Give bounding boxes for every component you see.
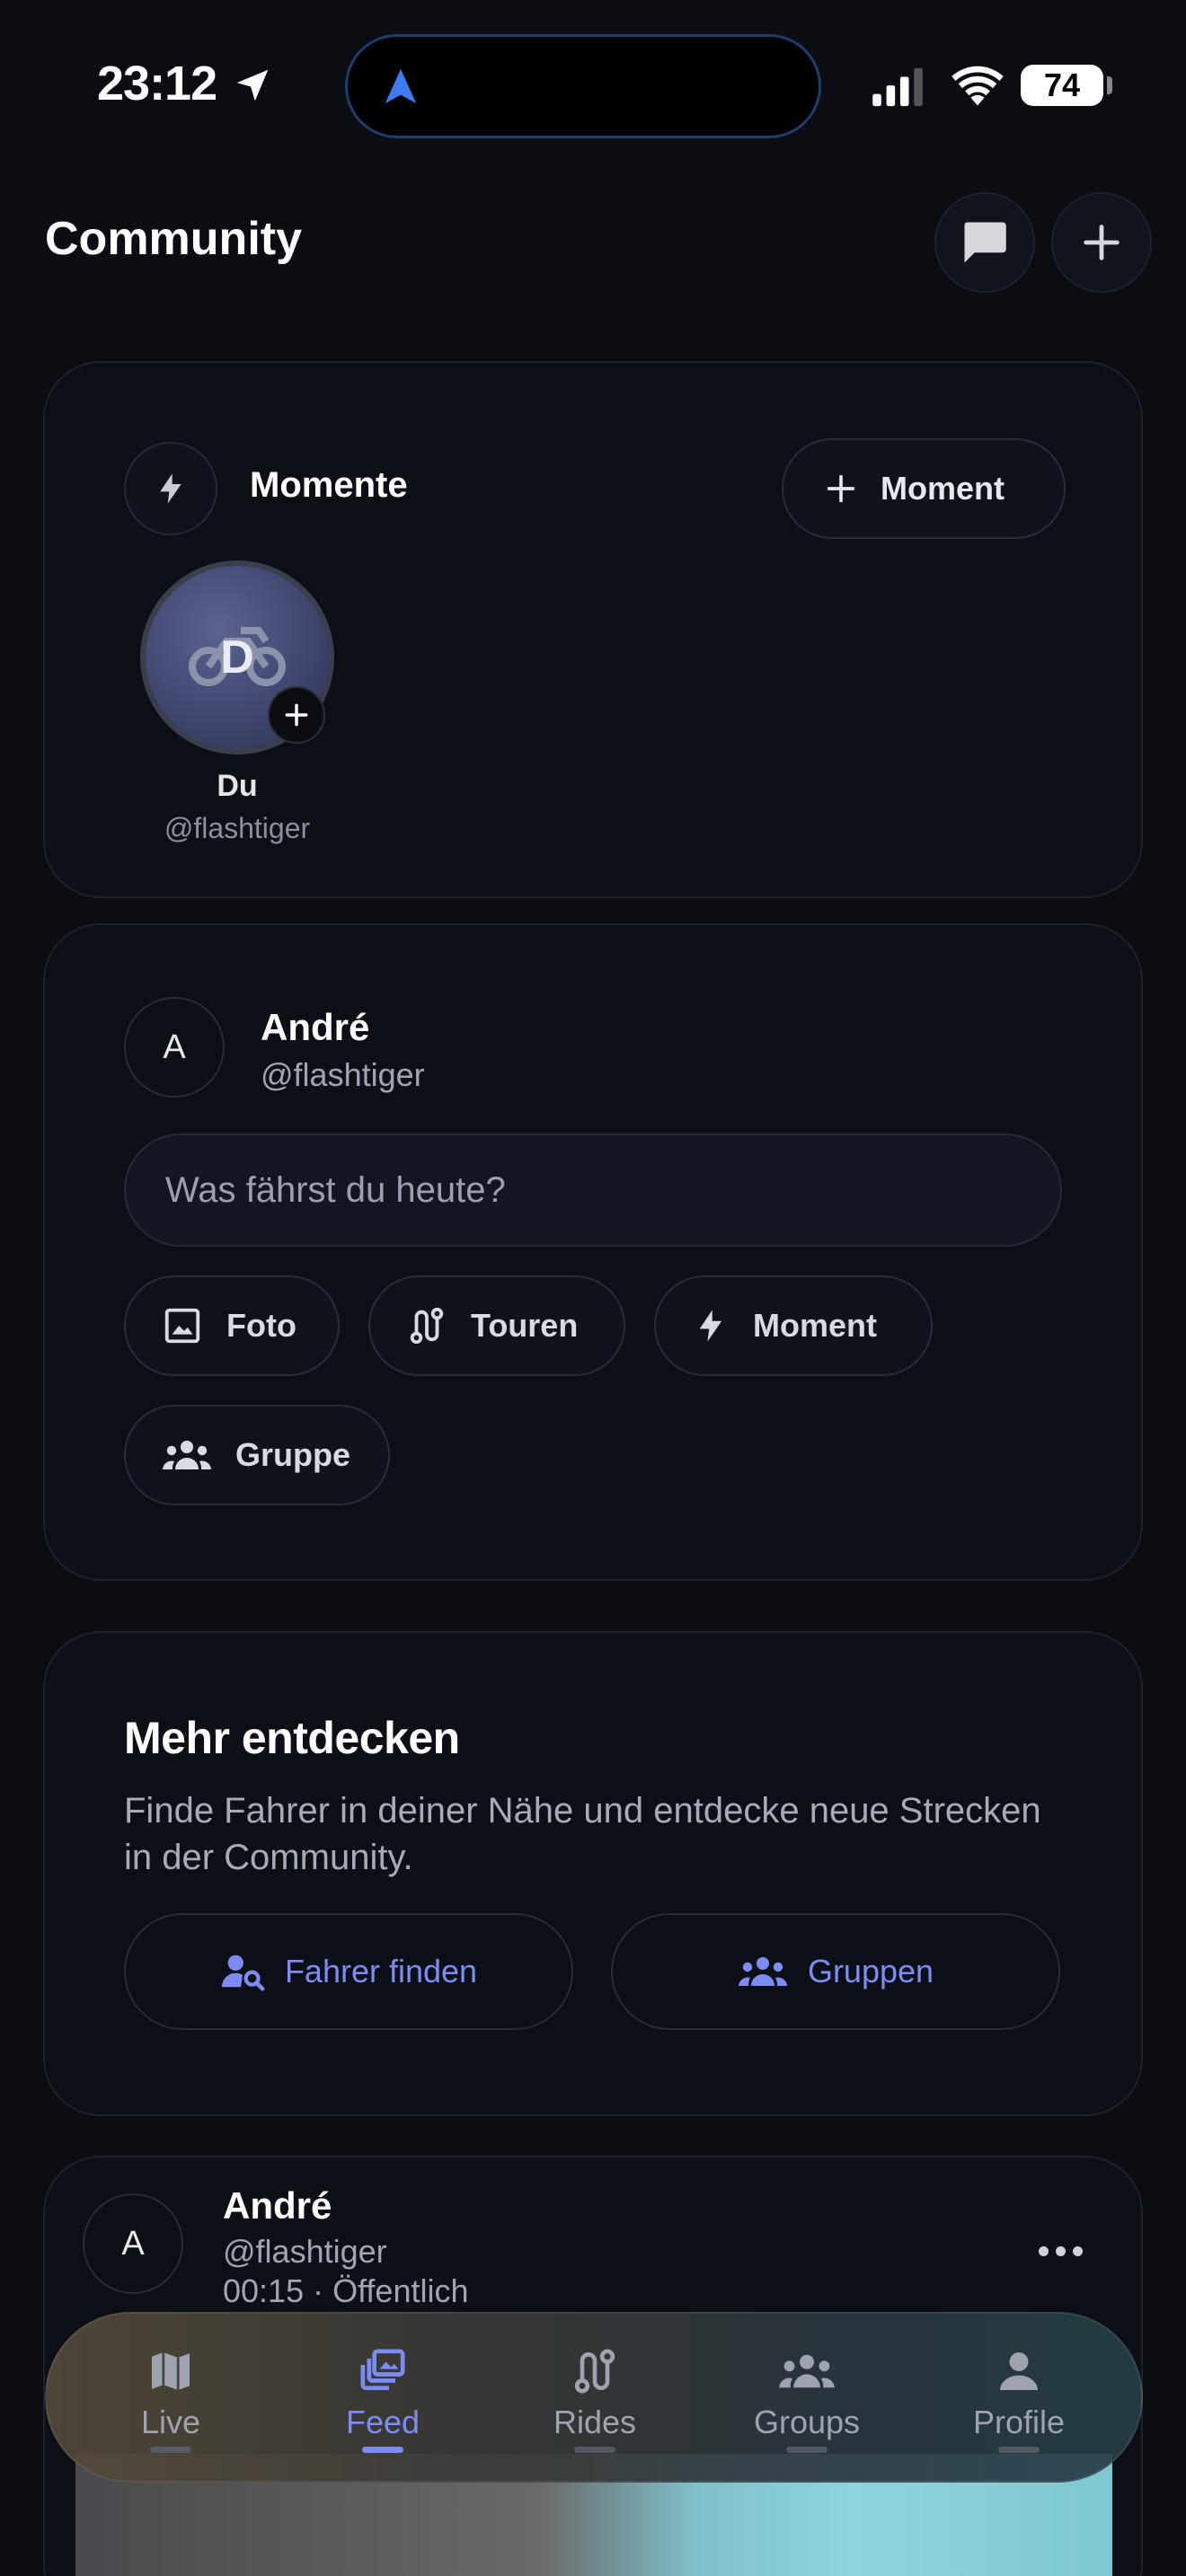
moments-card: Momente Moment D Du @flashtiger [43, 361, 1143, 898]
composer-card: A André @flashtiger Was fährst du heute?… [43, 923, 1143, 1581]
discover-card: Mehr entdecken Finde Fahrer in deiner Nä… [43, 1631, 1143, 2116]
avatar[interactable]: A [124, 997, 225, 1098]
tab-rides[interactable]: Rides [505, 2346, 685, 2463]
moment-label: Moment [753, 1307, 877, 1344]
chat-bubble-icon [964, 222, 1006, 263]
story-name: Du [217, 769, 258, 803]
add-story-badge[interactable] [268, 686, 325, 744]
status-time: 23:12 [97, 57, 217, 110]
tab-profile-label: Profile [972, 2404, 1066, 2440]
dot [1072, 2245, 1083, 2256]
tab-bar: Live Feed Rides Groups Profile [45, 2312, 1143, 2483]
tab-indicator [150, 2447, 191, 2453]
group-label: Gruppe [235, 1436, 351, 1473]
more-options-button[interactable] [1015, 2233, 1105, 2269]
plus-icon [827, 474, 855, 503]
post-meta: 00:15 · Öffentlich [223, 2272, 469, 2309]
plus-icon [1084, 225, 1120, 260]
group-icon [738, 1957, 787, 1986]
photo-label: Foto [226, 1307, 296, 1344]
person-icon [1000, 2352, 1038, 2390]
tab-feed[interactable]: Feed [293, 2346, 473, 2463]
moments-icon-badge [124, 442, 217, 535]
tab-groups[interactable]: Groups [717, 2346, 897, 2463]
map-icon [152, 2352, 190, 2390]
cellular-signal-icon [872, 67, 923, 107]
tab-indicator [574, 2447, 615, 2453]
tab-live[interactable]: Live [81, 2346, 261, 2463]
add-moment-label: Moment [881, 470, 1005, 507]
group-button[interactable]: Gruppe [124, 1405, 390, 1505]
tab-indicator [998, 2447, 1040, 2453]
dot [1038, 2245, 1049, 2256]
tab-groups-label: Groups [753, 2404, 861, 2440]
battery-tip [1107, 76, 1112, 94]
tab-profile[interactable]: Profile [929, 2346, 1109, 2463]
avatar[interactable]: A [83, 2193, 183, 2294]
bolt-icon [160, 473, 181, 504]
image-icon [164, 1308, 200, 1344]
battery-indicator: 74 [1021, 65, 1103, 106]
group-icon [779, 2354, 835, 2388]
person-search-icon [221, 1954, 265, 1991]
composer-user-name: André [261, 1006, 370, 1048]
dynamic-island [345, 34, 821, 138]
group-icon [163, 1441, 211, 1469]
route-icon [574, 2349, 615, 2394]
tab-indicator [786, 2447, 828, 2453]
location-arrow-icon [236, 69, 269, 101]
dot [1055, 2245, 1066, 2256]
tours-button[interactable]: Touren [368, 1275, 625, 1376]
create-button[interactable] [1051, 192, 1152, 293]
discover-title: Mehr entdecken [124, 1713, 460, 1763]
discover-description: Finde Fahrer in deiner Nähe und entdecke… [124, 1791, 1041, 1877]
status-bar: 23:12 74 [0, 0, 1186, 171]
composer-user-handle: @flashtiger [261, 1056, 425, 1093]
post-author-handle: @flashtiger [223, 2233, 387, 2270]
photo-button[interactable]: Foto [124, 1275, 340, 1376]
plus-icon [285, 703, 308, 727]
tab-live-label: Live [140, 2404, 201, 2440]
find-riders-button[interactable]: Fahrer finden [124, 1913, 573, 2030]
messages-button[interactable] [934, 192, 1035, 293]
tab-indicator [362, 2447, 403, 2453]
story-handle: @flashtiger [164, 812, 311, 844]
tab-feed-label: Feed [345, 2404, 420, 2440]
moment-button[interactable]: Moment [654, 1275, 933, 1376]
bolt-icon [699, 1310, 722, 1342]
wifi-icon [951, 66, 1004, 106]
navigation-arrow-icon [385, 68, 417, 104]
post-author-name[interactable]: André [223, 2184, 332, 2228]
page-title: Community [45, 213, 302, 265]
groups-label: Gruppen [807, 1953, 934, 1989]
story-initial: D [220, 631, 254, 684]
moments-title: Momente [250, 465, 408, 505]
tours-label: Touren [471, 1307, 579, 1344]
post-input[interactable]: Was fährst du heute? [124, 1134, 1062, 1247]
route-icon [410, 1307, 444, 1345]
find-riders-label: Fahrer finden [284, 1953, 478, 1989]
add-moment-button[interactable]: Moment [782, 438, 1066, 539]
groups-button[interactable]: Gruppen [611, 1913, 1060, 2030]
feed-icon [360, 2349, 405, 2390]
tab-rides-label: Rides [553, 2404, 637, 2440]
